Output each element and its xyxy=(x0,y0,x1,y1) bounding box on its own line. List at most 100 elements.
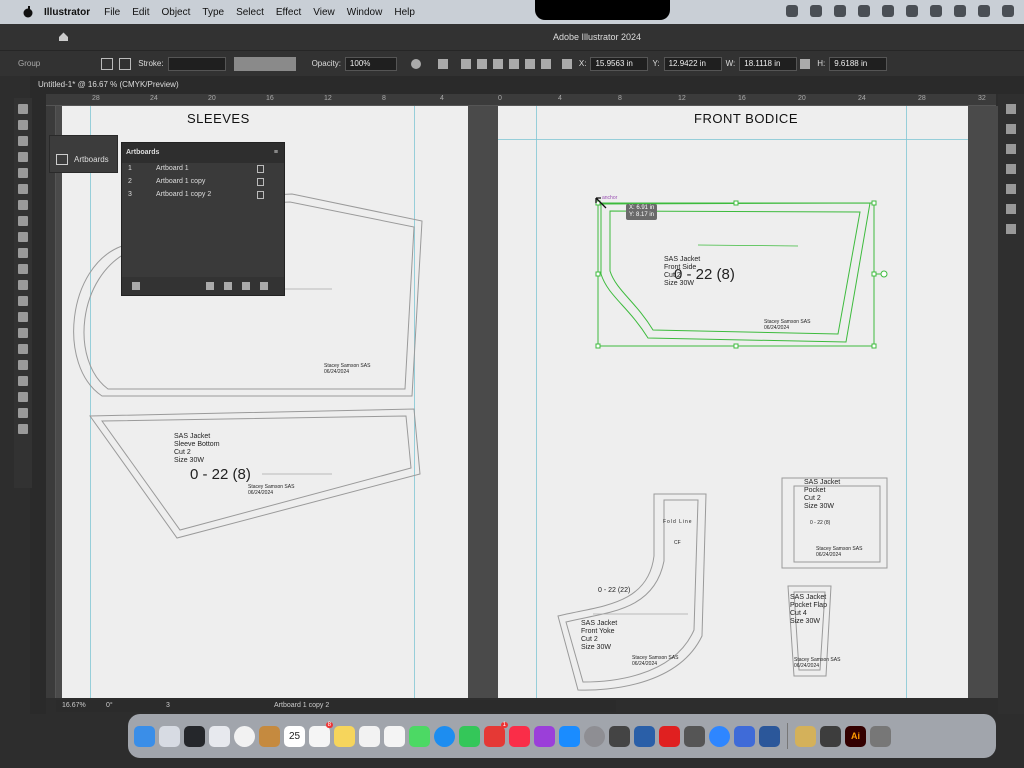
menu-select[interactable]: Select xyxy=(236,7,264,18)
downloads-icon[interactable] xyxy=(870,725,891,747)
illustrator-icon[interactable]: Ai xyxy=(845,725,866,747)
align-to-icon[interactable] xyxy=(437,58,448,69)
music-icon[interactable] xyxy=(509,725,530,747)
fill-swatch[interactable] xyxy=(101,57,114,70)
notes-icon[interactable] xyxy=(334,725,355,747)
opacity-field[interactable]: 100% xyxy=(344,56,397,71)
recolor-icon[interactable] xyxy=(410,58,421,69)
align-bottom-icon[interactable] xyxy=(540,58,551,69)
fill-stroke-icon[interactable] xyxy=(18,376,28,386)
delete-artboard-icon[interactable] xyxy=(260,282,268,290)
stroke-swatch[interactable] xyxy=(119,57,132,70)
yelp-icon[interactable] xyxy=(930,5,942,17)
artboard-name[interactable]: Artboard 1 copy xyxy=(156,178,205,185)
screen-mode-icon[interactable] xyxy=(18,408,28,418)
mission-control-icon[interactable] xyxy=(184,725,205,747)
h-field[interactable]: 9.6188 in xyxy=(829,56,888,71)
rectangle-tool-icon[interactable] xyxy=(18,168,28,178)
menu-type[interactable]: Type xyxy=(202,7,224,18)
menu-help[interactable]: Help xyxy=(394,7,415,18)
reminders-icon[interactable]: 8 xyxy=(309,721,333,747)
direct-selection-tool-icon[interactable] xyxy=(18,120,28,130)
malwarebytes-icon[interactable] xyxy=(906,5,918,17)
layers-icon[interactable] xyxy=(1006,124,1016,134)
move-up-icon[interactable] xyxy=(206,282,214,290)
launchpad-icon[interactable] xyxy=(159,725,180,747)
type-tool-icon[interactable] xyxy=(18,200,28,210)
constrain-proportions-icon[interactable] xyxy=(800,58,811,69)
skype-icon[interactable] xyxy=(434,725,455,747)
control-center-icon[interactable] xyxy=(1002,5,1014,17)
menu-object[interactable]: Object xyxy=(161,7,190,18)
photos-icon[interactable] xyxy=(384,725,405,747)
preview-icon[interactable] xyxy=(634,725,655,747)
artboard-options-icon[interactable] xyxy=(257,165,264,173)
artboard-page-number[interactable]: 3 xyxy=(166,702,170,709)
brushes-icon[interactable] xyxy=(1006,204,1016,214)
app-grid-icon[interactable] xyxy=(209,725,230,747)
color-icon[interactable] xyxy=(1006,164,1016,174)
podcasts-icon[interactable] xyxy=(534,725,555,747)
rotation-value[interactable]: 0° xyxy=(106,702,113,709)
align-center-icon[interactable] xyxy=(476,58,487,69)
cloud-icon[interactable] xyxy=(786,5,798,17)
hand-tool-icon[interactable] xyxy=(18,344,28,354)
calculator-icon[interactable] xyxy=(609,725,630,747)
artboard-row[interactable]: 3 Artboard 1 copy 2 xyxy=(122,189,284,202)
grammarly-icon[interactable] xyxy=(834,5,846,17)
w-field[interactable]: 18.1118 in xyxy=(739,56,798,71)
artboard-options-icon[interactable] xyxy=(257,191,264,199)
brush-tool-icon[interactable] xyxy=(18,184,28,194)
creative-cloud-icon[interactable] xyxy=(810,5,822,17)
menu-window[interactable]: Window xyxy=(347,7,383,18)
word-icon[interactable] xyxy=(759,725,780,747)
gradient-tool-icon[interactable] xyxy=(18,280,28,290)
align-left-icon[interactable] xyxy=(460,58,471,69)
calendar-icon[interactable]: 25 xyxy=(284,725,305,747)
contacts-icon[interactable] xyxy=(259,725,280,747)
y-field[interactable]: 12.9422 in xyxy=(663,56,722,71)
freeform-icon[interactable] xyxy=(359,725,380,747)
artboards-dock-button[interactable]: Artboards xyxy=(56,154,109,165)
scale-tool-icon[interactable] xyxy=(18,248,28,258)
utility-icon[interactable] xyxy=(795,725,816,747)
messages-icon[interactable] xyxy=(409,725,430,747)
artboard-name[interactable]: Artboard 1 copy 2 xyxy=(156,191,211,198)
messenger-icon[interactable] xyxy=(709,725,730,747)
acrobat-icon[interactable] xyxy=(659,725,680,747)
panel-menu-icon[interactable]: ≡ xyxy=(274,149,278,156)
curvature-tool-icon[interactable] xyxy=(18,152,28,162)
artboard-tool-icon[interactable] xyxy=(18,328,28,338)
zoom-level[interactable]: 16.67% xyxy=(62,702,86,709)
artboards-panel-title[interactable]: Artboards xyxy=(126,149,159,156)
x-field[interactable]: 15.9563 in xyxy=(590,56,649,71)
menu-edit[interactable]: Edit xyxy=(132,7,149,18)
symbols-icon[interactable] xyxy=(1006,224,1016,234)
zoom-tool-icon[interactable] xyxy=(18,360,28,370)
artboard-row[interactable]: 1 Artboard 1 xyxy=(122,163,284,176)
wifi-icon[interactable] xyxy=(978,5,990,17)
menu-effect[interactable]: Effect xyxy=(276,7,301,18)
artboard-front-bodice[interactable]: FRONT BODICE anchor X: 6.91 in Y: 8.17 i… xyxy=(498,106,968,698)
system-settings-icon[interactable] xyxy=(584,725,605,747)
chrome-icon[interactable] xyxy=(234,725,255,747)
screen-sharing-icon[interactable] xyxy=(734,725,755,747)
finder-icon[interactable] xyxy=(134,725,155,747)
libraries-icon[interactable] xyxy=(1006,144,1016,154)
shield-icon[interactable] xyxy=(882,5,894,17)
document-tab[interactable]: Untitled-1* @ 16.67 % (CMYK/Preview) xyxy=(38,80,179,89)
align-right-icon[interactable] xyxy=(492,58,503,69)
properties-icon[interactable] xyxy=(1006,104,1016,114)
menu-view[interactable]: View xyxy=(313,7,335,18)
rotate-tool-icon[interactable] xyxy=(18,216,28,226)
align-middle-icon[interactable] xyxy=(524,58,535,69)
apple-icon[interactable] xyxy=(22,6,34,18)
facetime-icon[interactable] xyxy=(459,725,480,747)
menu-app-name[interactable]: Illustrator xyxy=(44,7,90,18)
rearrange-artboards-icon[interactable] xyxy=(132,282,140,290)
news-icon[interactable]: 1 xyxy=(484,721,508,747)
artboard-row[interactable]: 2 Artboard 1 copy xyxy=(122,176,284,189)
drawing-mode-icon[interactable] xyxy=(18,392,28,402)
eyedropper-tool-icon[interactable] xyxy=(18,296,28,306)
app-store-icon[interactable] xyxy=(559,725,580,747)
